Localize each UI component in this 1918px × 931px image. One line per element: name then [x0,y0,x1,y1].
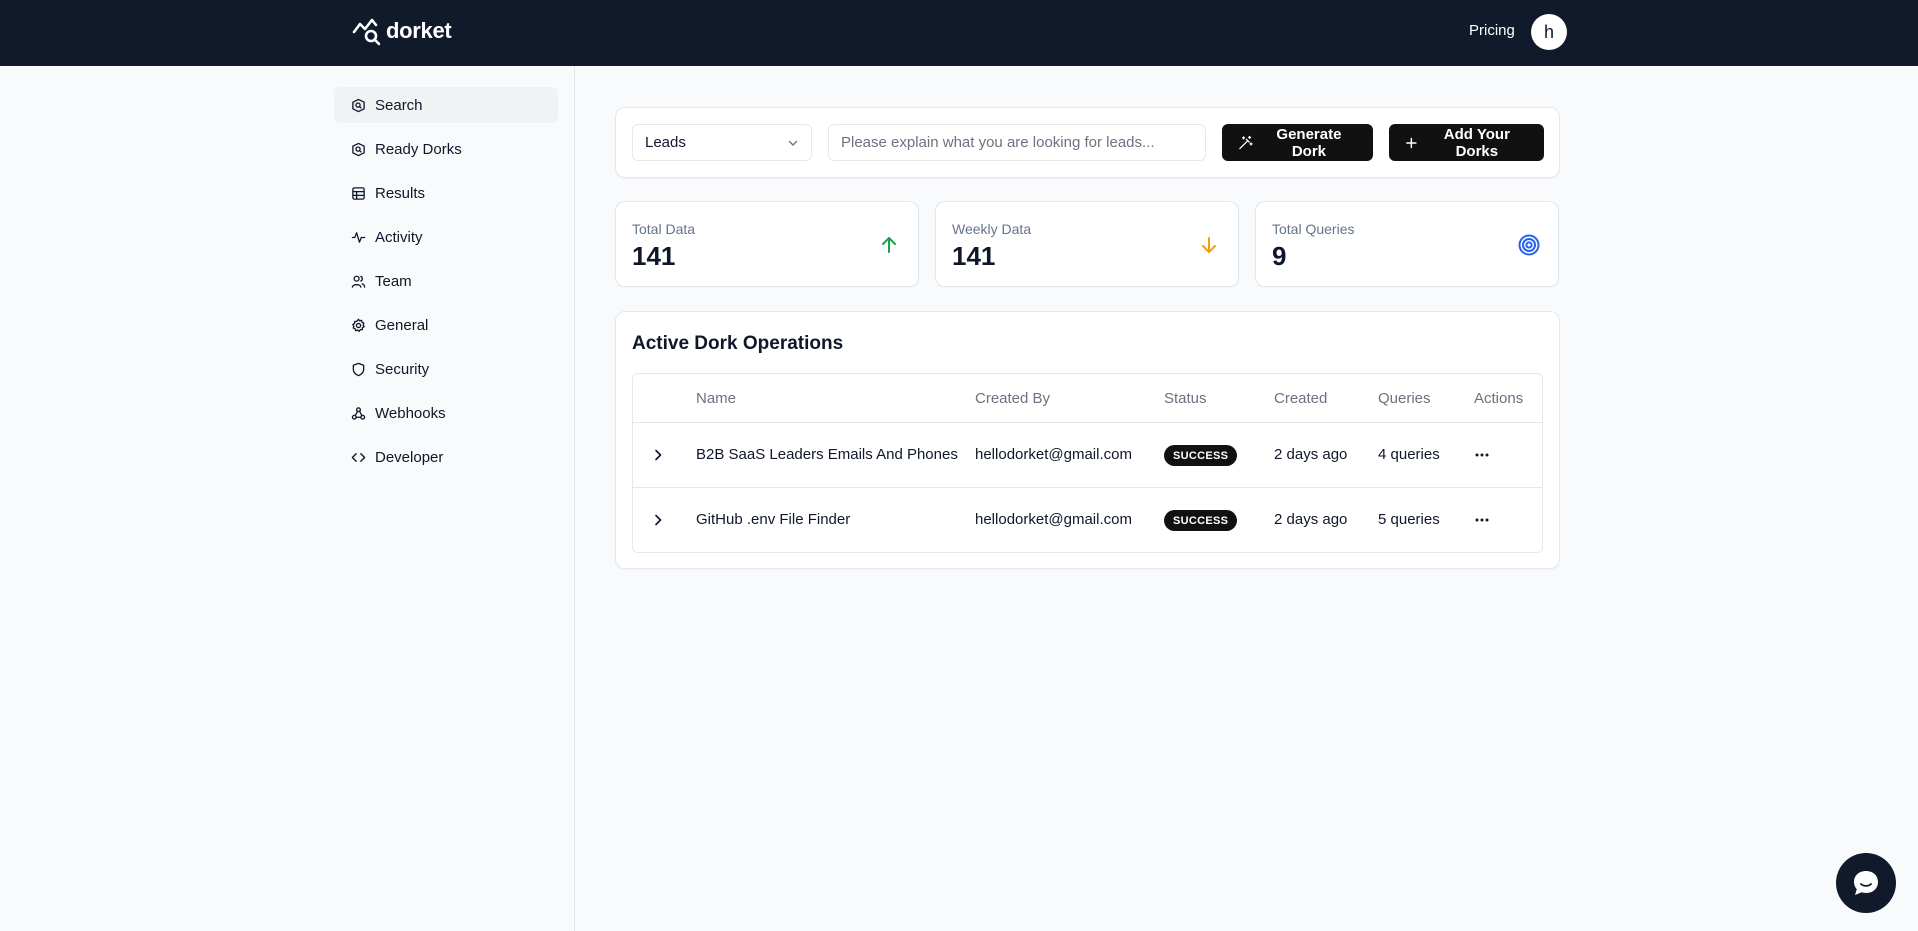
sidebar-item-activity[interactable]: Activity [334,219,558,255]
generate-dork-button[interactable]: Generate Dork [1222,124,1373,161]
category-select[interactable]: Leads [632,124,812,161]
sidebar-item-security[interactable]: Security [334,351,558,387]
active-operations-card: Active Dork Operations Name Created By S… [615,311,1560,569]
sidebar-item-ready-dorks[interactable]: Ready Dorks [334,131,558,167]
arrow-down-icon [1202,237,1216,253]
chat-bubble-icon [1854,871,1878,895]
more-actions-icon[interactable] [1473,511,1491,529]
add-dorks-label: Add Your Dorks [1443,125,1510,160]
users-icon [351,275,366,288]
stat-label: Weekly Data [952,221,1032,237]
table-icon [352,186,365,200]
row-created: 2 days ago [1274,446,1348,463]
sidebar-item-label: General [375,316,429,334]
row-queries: 4 queries [1378,446,1440,463]
stat-value: 141 [632,241,676,271]
column-header-created-by: Created By [975,390,1051,407]
search-doc-icon [352,98,365,112]
brand-logo[interactable]: dorket [352,16,452,46]
status-badge: SUCCESS [1164,510,1238,531]
sidebar-item-label: Team [375,272,412,290]
row-name: GitHub .env File Finder [696,511,851,528]
sidebar-item-general[interactable]: General [334,307,558,343]
column-header-status: Status [1164,390,1207,407]
logo-icon [352,18,381,46]
row-name: B2B SaaS Leaders Emails And Phones [696,446,958,463]
stat-value: 9 [1272,241,1287,271]
column-header-queries: Queries [1378,390,1431,407]
brand-name: dorket [386,18,452,43]
user-avatar[interactable]: h [1531,14,1567,50]
target-icon [1518,234,1540,256]
table-row[interactable]: B2B SaaS Leaders Emails And Phones hello… [633,423,1542,488]
pricing-link[interactable]: Pricing [1469,22,1515,39]
row-queries: 5 queries [1378,511,1440,528]
activity-icon [351,231,366,243]
sidebar-item-developer[interactable]: Developer [334,439,558,475]
chevron-right-icon[interactable] [651,513,665,527]
stat-card-weekly-data: Weekly Data 141 [935,201,1239,287]
more-actions-icon[interactable] [1473,446,1491,464]
sidebar-item-label: Security [375,360,430,378]
status-badge: SUCCESS [1164,445,1238,466]
magic-wand-icon [1239,135,1253,149]
sidebar-item-search[interactable]: Search [334,87,558,123]
section-title: Active Dork Operations [632,333,844,354]
arrow-up-icon [882,237,896,253]
plus-icon [1406,137,1417,148]
stat-card-total-queries: Total Queries 9 [1255,201,1559,287]
dork-search-card: Leads Generate Dork Add Your Dorks [615,107,1560,178]
sidebar-item-label: Search [375,96,423,114]
chevron-down-icon [788,140,798,146]
code-icon [351,452,366,462]
row-created-by: hellodorket@gmail.com [975,511,1132,528]
gear-icon [351,317,366,332]
stat-label: Total Queries [1272,221,1355,237]
sidebar-item-label: Ready Dorks [375,140,462,158]
table-row[interactable]: GitHub .env File Finder hellodorket@gmai… [633,488,1542,552]
column-header-actions: Actions [1474,390,1524,407]
sidebar: Search Ready Dorks Results Activity Team… [334,87,558,483]
sidebar-item-label: Activity [375,228,423,246]
shield-icon [352,362,365,376]
chevron-right-icon[interactable] [651,448,665,462]
chat-widget-button[interactable] [1836,853,1896,913]
sidebar-item-label: Webhooks [375,404,446,422]
column-header-name: Name [696,390,737,407]
stat-value: 141 [952,241,996,271]
sidebar-item-label: Results [375,184,426,202]
sidebar-item-team[interactable]: Team [334,263,558,299]
dork-description-input[interactable] [828,124,1206,161]
operations-table: Name Created By Status Created Queries A… [632,373,1543,553]
table-header: Name Created By Status Created Queries A… [633,374,1542,423]
top-navbar: dorket Pricing h [0,0,1918,66]
webhook-icon [351,406,366,420]
column-header-created: Created [1274,390,1328,407]
sidebar-item-webhooks[interactable]: Webhooks [334,395,558,431]
stat-label: Total Data [632,221,696,237]
generate-dork-label: Generate Dork [1276,125,1342,160]
row-created: 2 days ago [1274,511,1348,528]
add-dorks-button[interactable]: Add Your Dorks [1389,124,1544,161]
ready-dorks-icon [352,142,365,156]
sidebar-item-label: Developer [375,448,444,466]
sidebar-divider [574,66,575,931]
stat-card-total-data: Total Data 141 [615,201,919,287]
sidebar-item-results[interactable]: Results [334,175,558,211]
row-created-by: hellodorket@gmail.com [975,446,1132,463]
category-select-value: Leads [645,134,686,151]
